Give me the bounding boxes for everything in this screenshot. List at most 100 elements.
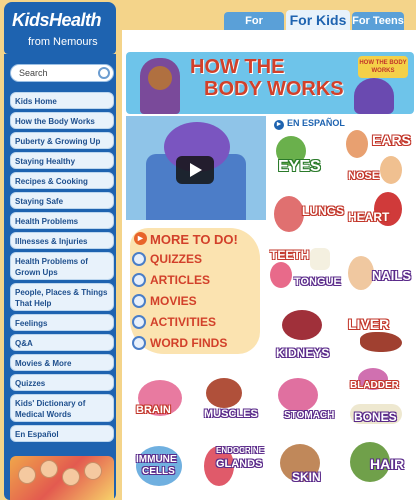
sidebar-item-en-espanol[interactable]: En Español — [10, 425, 114, 442]
banner-title-line2: BODY WORKS — [204, 78, 344, 100]
topic-label: HAIR — [370, 456, 405, 472]
sidebar-item-staying-healthy[interactable]: Staying Healthy — [10, 152, 114, 169]
more-item-movies[interactable]: MOVIES — [132, 292, 197, 310]
sidebar-item-kids-home[interactable]: Kids Home — [10, 92, 114, 109]
kid-face — [84, 462, 102, 480]
topic-brain[interactable]: BRAIN — [128, 374, 194, 426]
topic-immune-cells[interactable]: IMMUNE CELLS — [128, 440, 194, 492]
topic-eyes[interactable]: EYES — [272, 130, 338, 182]
sidebar-item-qa[interactable]: Q&A — [10, 334, 114, 351]
kid-face — [62, 468, 80, 486]
play-icon[interactable] — [176, 156, 214, 184]
nose-icon — [380, 156, 402, 184]
sidebar-item-illnesses[interactable]: Illnesses & Injuries — [10, 232, 114, 249]
liver-icon — [360, 332, 402, 352]
topic-label: TONGUE — [294, 276, 341, 288]
topic-label: EARS — [372, 132, 411, 148]
brand-subtitle: from Nemours — [28, 36, 98, 48]
more-item-label: QUIZZES — [150, 252, 203, 266]
sidebar-item-grown-ups[interactable]: Health Problems of Grown Ups — [10, 252, 114, 280]
search-input[interactable]: Search — [10, 64, 114, 82]
topic-label: KIDNEYS — [276, 346, 330, 360]
more-to-do-heading-text: MORE TO DO! — [150, 232, 238, 247]
sidebar-item-quizzes[interactable]: Quizzes — [10, 374, 114, 391]
topic-label: BONES — [354, 410, 397, 424]
topic-label: HEART — [348, 210, 390, 224]
more-item-label: ACTIVITIES — [150, 315, 217, 329]
arrow-icon: ► — [134, 232, 147, 245]
girl-face — [148, 66, 172, 90]
topic-label: LUNGS — [302, 204, 344, 218]
kidneys-icon — [282, 310, 322, 340]
tab-for-teens[interactable]: For Teens — [352, 12, 404, 30]
sidebar-item-people-places[interactable]: People, Places & Things That Help — [10, 283, 114, 311]
more-item-word-finds[interactable]: WORD FINDS — [132, 334, 227, 352]
kidshealth-logo[interactable]: KidsHealth from Nemours — [4, 2, 116, 54]
sidebar-item-movies[interactable]: Movies & More — [10, 354, 114, 371]
topic-label: EYES — [278, 158, 321, 175]
banner-title: HOW THE BODY WORKS — [190, 56, 344, 100]
tongue-icon — [270, 262, 292, 288]
lungs-icon — [274, 196, 304, 232]
more-item-quizzes[interactable]: QUIZZES — [132, 250, 202, 268]
kid-face — [18, 466, 36, 484]
kid-face — [40, 460, 58, 478]
sidebar-item-dictionary[interactable]: Kids' Dictionary of Medical Words — [10, 394, 114, 422]
topic-label: ENDOCRINE — [216, 446, 265, 455]
monster-character — [354, 78, 394, 114]
topic-label: TEETH — [270, 248, 310, 262]
topic-label: NAILS — [372, 268, 411, 283]
sidebar: Search Kids Home How the Body Works Pube… — [4, 54, 116, 500]
muscle-icon — [206, 378, 242, 408]
more-item-articles[interactable]: ARTICLES — [132, 271, 210, 289]
more-to-do-heading: ► MORE TO DO! — [134, 232, 238, 247]
topic-label: SKIN — [292, 470, 321, 484]
tab-for-parents[interactable]: For Parents — [224, 12, 284, 45]
how-the-body-works-banner[interactable]: HOW THE BODY WORKS HOW THE BODY WORKS — [126, 52, 414, 114]
banner-title-line1: HOW THE — [190, 56, 285, 78]
topic-liver[interactable]: LIVER — [344, 314, 410, 366]
en-espanol-link[interactable]: ► EN ESPAÑOL — [274, 118, 345, 130]
sidebar-item-feelings[interactable]: Feelings — [10, 314, 114, 331]
brand-name: KidsHealth — [12, 10, 102, 30]
sidebar-item-recipes[interactable]: Recipes & Cooking — [10, 172, 114, 189]
topic-endocrine-glands[interactable]: ENDOCRINE GLANDS — [198, 440, 264, 492]
document-icon — [132, 272, 146, 287]
arrow-icon: ► — [274, 120, 284, 130]
film-icon — [132, 293, 146, 308]
main-content: HOW THE BODY WORKS HOW THE BODY WORKS ► E… — [120, 30, 416, 500]
en-espanol-label: EN ESPAÑOL — [287, 118, 345, 128]
topic-hair[interactable]: HAIR — [344, 440, 410, 492]
more-item-label: WORD FINDS — [150, 336, 228, 350]
more-to-do-panel: ► MORE TO DO! QUIZZES ARTICLES MOVIES ACT… — [130, 228, 264, 358]
topic-label: CELLS — [142, 466, 175, 477]
ear-icon — [346, 130, 368, 158]
more-item-activities[interactable]: ACTIVITIES — [132, 313, 216, 331]
topic-heart[interactable]: HEART — [344, 192, 410, 244]
sidebar-item-how-the-body-works[interactable]: How the Body Works — [10, 112, 114, 129]
tab-for-kids[interactable]: For Kids — [286, 10, 350, 30]
search-icon[interactable] — [98, 67, 110, 79]
magnifier-icon — [132, 335, 146, 350]
sidebar-item-health-problems[interactable]: Health Problems — [10, 212, 114, 229]
topic-label: NOSE — [348, 170, 380, 182]
sidebar-item-staying-safe[interactable]: Staying Safe — [10, 192, 114, 209]
stomach-icon — [278, 378, 318, 412]
topic-nails[interactable]: NAILS — [344, 252, 411, 304]
sidebar-item-puberty[interactable]: Puberty & Growing Up — [10, 132, 114, 149]
video-player[interactable] — [126, 116, 266, 220]
topic-label: LIVER — [348, 316, 390, 332]
topic-stomach[interactable]: STOMACH — [272, 376, 338, 428]
topic-lungs[interactable]: LUNGS — [270, 190, 344, 242]
topic-skin[interactable]: SKIN — [272, 440, 338, 492]
tooth-icon — [310, 248, 330, 270]
topic-label: MUSCLES — [204, 408, 258, 420]
hand-icon — [348, 256, 374, 290]
topic-kidneys[interactable]: KIDNEYS — [272, 308, 338, 360]
kids-photo[interactable] — [10, 456, 114, 500]
topic-label: BRAIN — [136, 404, 171, 416]
question-icon — [132, 251, 146, 266]
more-item-label: ARTICLES — [150, 273, 210, 287]
more-item-label: MOVIES — [150, 294, 197, 308]
topic-muscles[interactable]: MUSCLES — [198, 374, 264, 426]
